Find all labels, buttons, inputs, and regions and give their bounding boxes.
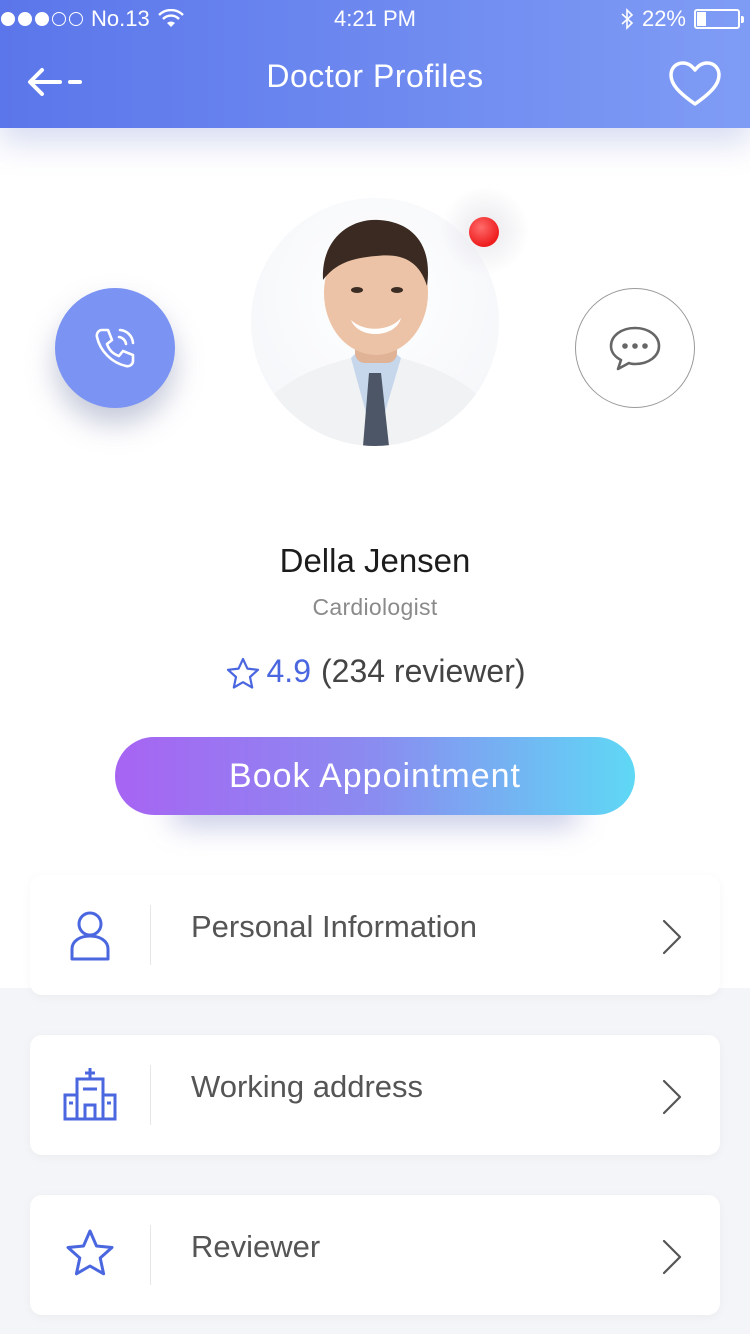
phone-icon xyxy=(95,328,135,368)
status-bar: No.13 4:21 PM 22% xyxy=(0,0,750,40)
battery-level xyxy=(697,12,706,26)
menu-item-personal-information[interactable]: Personal Information xyxy=(30,875,720,995)
menu-item-label: Personal Information xyxy=(191,909,478,944)
call-button[interactable] xyxy=(55,288,175,408)
person-icon xyxy=(70,911,110,961)
rating-value: 4.9 xyxy=(266,652,311,689)
menu-item-label: Reviewer xyxy=(191,1229,321,1264)
card-divider xyxy=(150,1065,151,1125)
battery-percent: 22% xyxy=(641,6,686,31)
rating-star-icon xyxy=(226,657,259,689)
profile-section: Della Jensen Cardiologist 4.9 (234 revie… xyxy=(0,128,750,988)
doctor-name: Della Jensen xyxy=(279,542,471,579)
favorite-heart-button[interactable] xyxy=(668,60,722,108)
menu-item-label: Working address xyxy=(191,1069,424,1104)
battery-icon xyxy=(694,9,744,29)
page-title: Doctor Profiles xyxy=(266,58,484,94)
menu-item-reviewer[interactable]: Reviewer xyxy=(30,1195,720,1315)
status-right: 22% xyxy=(620,6,744,32)
review-count: (234 reviewer) xyxy=(320,652,526,689)
bluetooth-icon xyxy=(621,8,634,30)
chat-bubble-icon xyxy=(609,326,661,371)
hospital-icon xyxy=(63,1068,117,1121)
online-status-dot xyxy=(469,217,499,247)
star-icon xyxy=(66,1229,114,1276)
book-appointment-button[interactable]: Book Appointment xyxy=(115,737,635,815)
chevron-right-icon xyxy=(662,1239,682,1275)
chevron-right-icon xyxy=(662,919,682,955)
card-divider xyxy=(150,1225,151,1285)
message-button[interactable] xyxy=(575,288,695,408)
menu-item-working-address[interactable]: Working address xyxy=(30,1035,720,1155)
chevron-right-icon xyxy=(662,1079,682,1115)
header: No.13 4:21 PM 22% Doctor Profiles xyxy=(0,0,750,128)
rating-row: 4.9 (234 reviewer) xyxy=(0,650,750,692)
doctor-specialty: Cardiologist xyxy=(312,594,438,620)
card-divider xyxy=(150,905,151,965)
